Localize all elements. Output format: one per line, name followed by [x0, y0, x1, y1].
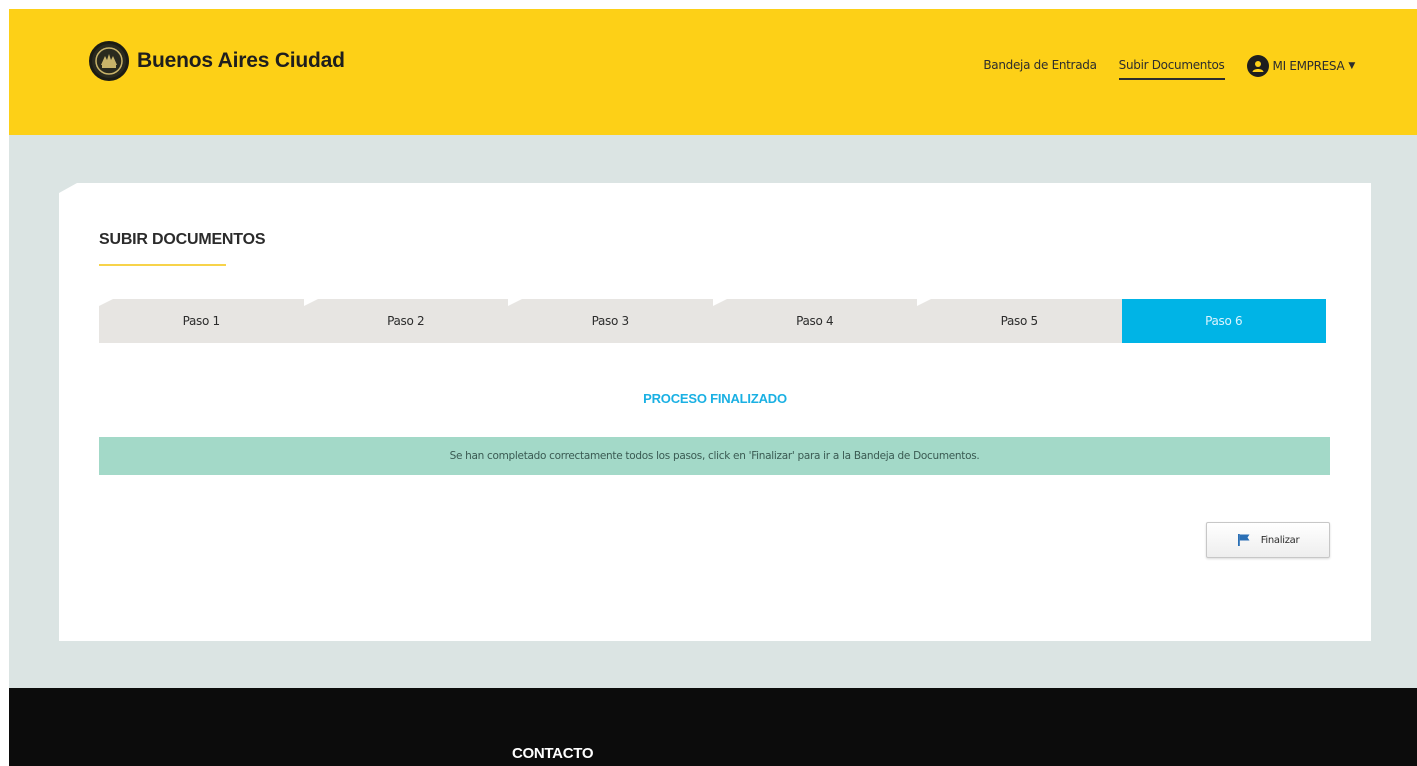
card-corner-decoration — [59, 183, 77, 193]
caret-down-icon: ▼ — [1348, 61, 1355, 71]
nav-upload-link[interactable]: Subir Documentos — [1118, 58, 1225, 80]
site-footer: CONTACTO — [9, 688, 1417, 766]
success-alert: Se han completado correctamente todos lo… — [99, 437, 1330, 475]
page: Buenos Aires Ciudad Bandeja de Entrada S… — [9, 9, 1417, 766]
footer-contact-title: CONTACTO — [512, 745, 594, 762]
success-alert-text: Se han completado correctamente todos lo… — [449, 450, 980, 462]
status-title: PROCESO FINALIZADO — [643, 391, 787, 406]
user-menu-label: MI EMPRESA — [1272, 59, 1345, 73]
top-nav: Bandeja de Entrada Subir Documentos MI E… — [961, 55, 1355, 83]
step-2[interactable]: Paso 2 — [303, 299, 508, 343]
finish-button[interactable]: Finalizar — [1206, 522, 1330, 558]
step-1[interactable]: Paso 1 — [99, 299, 304, 343]
title-underline — [99, 264, 226, 266]
site-header: Buenos Aires Ciudad Bandeja de Entrada S… — [9, 9, 1417, 135]
city-emblem-icon — [89, 41, 129, 81]
nav-inbox-link[interactable]: Bandeja de Entrada — [983, 58, 1097, 80]
brand-name: Buenos Aires Ciudad — [137, 49, 345, 72]
step-6[interactable]: Paso 6 — [1121, 299, 1326, 343]
step-4[interactable]: Paso 4 — [712, 299, 917, 343]
brand-logo[interactable]: Buenos Aires Ciudad — [89, 41, 345, 81]
step-5[interactable]: Paso 5 — [917, 299, 1122, 343]
upload-card: SUBIR DOCUMENTOS Paso 1 Paso 2 Paso 3 Pa… — [59, 183, 1371, 641]
user-menu[interactable]: MI EMPRESA ▼ — [1246, 55, 1355, 83]
step-wizard: Paso 1 Paso 2 Paso 3 Paso 4 Paso 5 Paso … — [99, 299, 1326, 343]
user-avatar-icon — [1246, 55, 1269, 77]
finish-button-label: Finalizar — [1260, 534, 1300, 546]
flag-icon — [1237, 533, 1251, 547]
page-title: SUBIR DOCUMENTOS — [99, 231, 266, 248]
step-3[interactable]: Paso 3 — [508, 299, 713, 343]
